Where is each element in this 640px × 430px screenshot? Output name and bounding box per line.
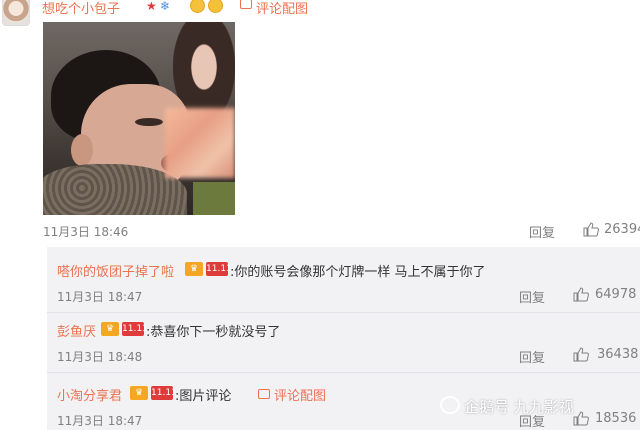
post-time: 11月3日 18:46 xyxy=(43,225,129,239)
vip-badge-icon: 11.11 xyxy=(206,262,232,276)
thumbs-up-icon[interactable] xyxy=(573,411,589,426)
reply-button[interactable]: 回复 xyxy=(519,347,545,366)
comment-time: 11月3日 18:47 xyxy=(57,414,143,428)
poster-username[interactable]: 想吃个小包子 xyxy=(42,0,120,17)
comment-username[interactable]: 嗒你的饭团子掉了啦 xyxy=(57,261,174,280)
vip-badge-icon: 11.11 xyxy=(122,322,148,336)
crown-badge-icon: ♛ xyxy=(101,322,119,336)
like-count: 26394 xyxy=(604,222,640,237)
comment-username[interactable]: 彭鱼厌 xyxy=(57,321,96,340)
image-icon xyxy=(258,389,270,399)
like-count: 18536 xyxy=(595,411,637,426)
comment-text: :图片评论 xyxy=(175,389,232,404)
crown-badge-icon: ♛ xyxy=(185,262,203,276)
crown-badge-icon: ♛ xyxy=(130,386,148,400)
comment-text: :你的账号会像那个灯牌一样 马上不属于你了 xyxy=(230,265,486,280)
reply-button[interactable]: 回复 xyxy=(529,222,555,241)
emoji-smile-icon xyxy=(190,0,205,13)
divider xyxy=(47,312,640,313)
comment-time: 11月3日 18:48 xyxy=(57,350,143,364)
comment-username[interactable]: 小淘分享君 xyxy=(57,385,122,404)
emoji-laugh-icon xyxy=(208,0,223,13)
watermark: 企鹅号 九九影视 xyxy=(464,398,574,416)
comment-image-link[interactable]: 评论配图 xyxy=(274,385,326,404)
comment-text: :恭喜你下一秒就没号了 xyxy=(146,325,281,340)
comment-image-link[interactable]: 评论配图 xyxy=(256,0,308,17)
star-badge-icon: ★ xyxy=(146,0,157,13)
thumbs-up-icon[interactable] xyxy=(573,347,589,362)
comment-photo[interactable] xyxy=(43,22,235,215)
like-count: 64978 xyxy=(595,287,637,302)
vip-badge-icon: 11.11 xyxy=(151,386,177,400)
avatar[interactable] xyxy=(2,0,30,26)
comment-time: 11月3日 18:47 xyxy=(57,290,143,304)
reply-button[interactable]: 回复 xyxy=(519,287,545,306)
divider xyxy=(47,372,640,373)
penguin-logo-icon xyxy=(440,396,460,414)
thumbs-up-icon[interactable] xyxy=(583,222,599,237)
thumbs-up-icon[interactable] xyxy=(573,287,589,302)
snowflake-badge-icon: ❄ xyxy=(160,0,171,13)
like-count: 36438 xyxy=(597,347,639,362)
image-icon xyxy=(240,0,252,9)
